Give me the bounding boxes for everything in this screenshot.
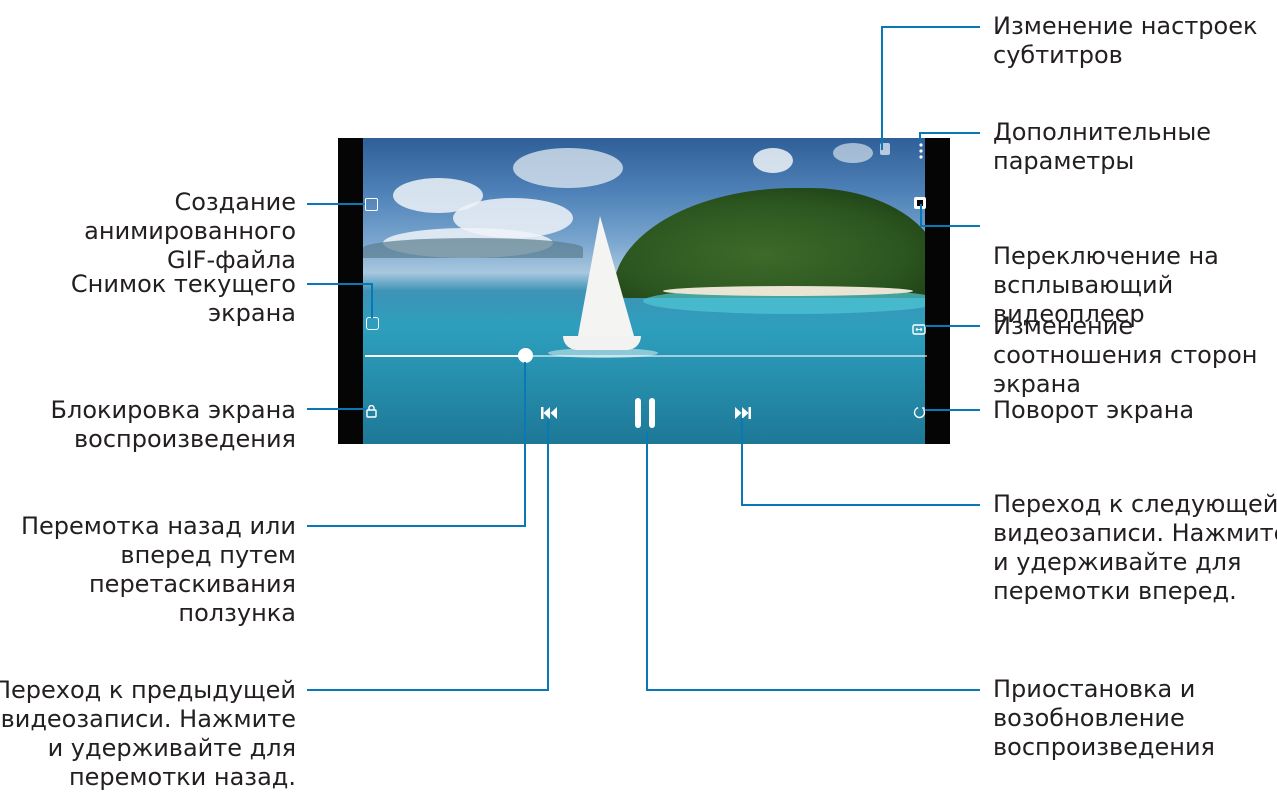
aspect-ratio-icon[interactable] <box>912 320 926 339</box>
callout-more-options: Дополнительные параметры <box>993 118 1212 175</box>
rotate-screen-icon[interactable] <box>913 404 926 423</box>
skip-next-icon[interactable] <box>734 405 752 424</box>
screenshot-capture-icon[interactable] <box>366 317 379 330</box>
callout-lock: Блокировка экрана воспроизведения <box>50 396 296 453</box>
callout-next-video: Переход к следующей видеозаписи. Нажмите и… <box>993 490 1277 605</box>
gif-create-icon[interactable] <box>365 198 378 211</box>
sailboat <box>578 216 634 336</box>
seek-bar-progress <box>365 355 523 357</box>
lock-icon[interactable] <box>366 403 377 418</box>
subtitles-icon[interactable] <box>880 143 890 155</box>
seek-slider-thumb[interactable] <box>518 348 533 363</box>
skip-previous-icon[interactable] <box>540 405 558 424</box>
callout-pause-resume: Приостановка и возобновление воспроизведен… <box>993 675 1215 761</box>
callout-aspect-ratio: Изменение соотношения сторон экрана <box>993 312 1258 398</box>
popup-player-icon[interactable] <box>914 197 926 209</box>
callout-capture: Снимок текущего экрана <box>70 270 296 327</box>
callout-seek: Перемотка назад или вперед путем перетаски… <box>20 512 296 627</box>
more-options-icon[interactable] <box>918 142 924 164</box>
callout-previous-video: Переход к предыдущей видеозаписи. Нажмите… <box>0 676 296 791</box>
pause-icon[interactable] <box>633 398 657 430</box>
callout-gif: Создание анимированного GIF-файла <box>84 188 296 274</box>
callout-subtitles: Изменение настроек субтитров <box>993 12 1258 69</box>
callout-rotate: Поворот экрана <box>993 396 1195 424</box>
